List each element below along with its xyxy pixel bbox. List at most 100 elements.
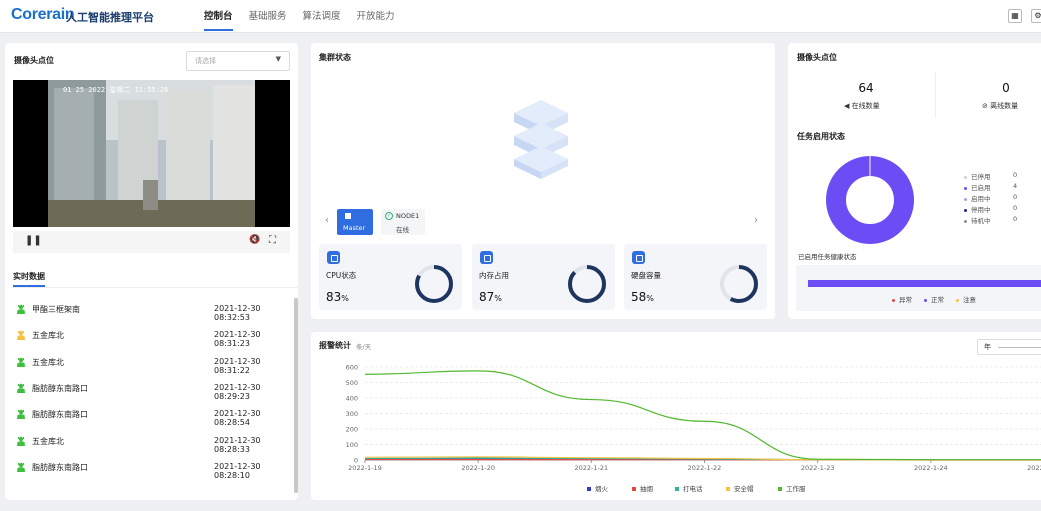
list-item[interactable]: 五金库北 2021-12-30 08:31:23	[13, 324, 293, 350]
legend-label: 工作服	[786, 485, 806, 493]
mute-icon[interactable]: 🔇	[249, 235, 260, 245]
y-tick-label: 600	[346, 364, 358, 372]
x-tick-label: 2022-1-23	[801, 464, 835, 472]
pause-icon[interactable]: ❚❚	[25, 235, 42, 246]
alarm-person-icon	[17, 436, 25, 446]
list-item[interactable]: 脂肪醇东南路口 2021-12-30 08:28:54	[13, 403, 293, 429]
list-item[interactable]: 甲酯三框架南 2021-12-30 08:32:53	[13, 298, 293, 324]
legend-label: 已启用	[971, 184, 991, 192]
location-name: 脂肪醇东南路口	[32, 410, 88, 420]
alarm-person-icon	[17, 331, 25, 341]
legend-label: 异常	[899, 296, 912, 304]
link-icon: ⊘	[982, 102, 991, 110]
metric-label: 内存占用	[479, 271, 509, 280]
scrollbar-thumb[interactable]	[294, 298, 298, 493]
realtime-scrollbar[interactable]	[294, 298, 298, 493]
settings-icon[interactable]: ⚙	[1031, 9, 1041, 23]
location-name: 脂肪醇东南路口	[32, 383, 88, 393]
online-count: 64	[858, 81, 874, 95]
alarm-line-chart: 01002003004005006002022-1-19 2022-1-20 202…	[346, 364, 1041, 472]
alarm-time: 2021-12-30 08:29:23	[214, 382, 261, 401]
legend-label: 已停用	[971, 173, 991, 181]
legend-item: 启用中 0	[964, 193, 1017, 203]
alarm-time: 2021-12-30 08:32:53	[214, 304, 261, 322]
cluster-status-panel: 集群状态 ‹ › Master ✓ NODE1 在线 CPU状态 83% 内存占…	[311, 43, 775, 319]
x-tick-label: 2022-1-25	[1027, 464, 1041, 472]
list-item[interactable]: 脂肪醇东南路口 2021-12-30 08:28:10	[13, 456, 293, 482]
video-player[interactable]: 01 25 2022 星期二 11:55:26	[13, 80, 290, 227]
offline-count: 0	[1002, 81, 1010, 95]
health-legend-item: 异常	[892, 294, 912, 304]
alarm-stats-panel: 报警统计 条/天 年 0 100 200 300 400 500 600 2022-1-19 2…	[311, 332, 1041, 500]
camera-select[interactable]: 请选择 ▼	[186, 51, 290, 71]
metric-gauge	[568, 265, 606, 303]
legend-dot	[892, 298, 895, 302]
nav-algorithm-scheduling[interactable]: 算法调度	[295, 0, 349, 33]
server-stack-icon	[514, 100, 568, 179]
chevron-left-icon[interactable]: ‹	[325, 215, 329, 226]
server-icon	[345, 213, 351, 219]
legend-swatch	[726, 487, 730, 491]
legend-dot	[964, 186, 967, 190]
health-legend-item: 注意	[956, 294, 976, 304]
legend-swatch	[632, 487, 636, 491]
nav-basic-services[interactable]: 基础服务	[241, 0, 295, 33]
chart-legend-item[interactable]: 抽烟	[632, 483, 653, 493]
y-tick-label: 300	[346, 410, 358, 418]
node-tab-node1[interactable]: ✓ NODE1 在线	[381, 209, 425, 235]
legend-swatch	[675, 487, 679, 491]
chevron-right-icon[interactable]: ›	[754, 215, 758, 226]
y-tick-label: 200	[346, 426, 358, 434]
legend-item: 停用中 0	[964, 204, 1017, 214]
apps-grid-icon[interactable]: ▦	[1008, 9, 1022, 23]
y-tick-label: 500	[346, 379, 358, 387]
nav-open-capability[interactable]: 开放能力	[349, 0, 403, 33]
alarm-time: 2021-12-30 08:31:22	[214, 356, 261, 375]
legend-label: 停用中	[971, 206, 991, 214]
fullscreen-icon[interactable]: ⛶	[269, 235, 276, 246]
list-item[interactable]: 五金库北 2021-12-30 08:31:22	[13, 351, 293, 377]
legend-item: 已启用 4	[964, 182, 1017, 192]
master-label: Master	[343, 224, 366, 232]
health-status-box	[796, 265, 1041, 311]
gauge-fill	[568, 265, 606, 303]
legend-label: 启用中	[971, 195, 991, 203]
camera-realtime-panel: 摄像头点位 请选择 ▼ 01 25 2022 星期二 11:55:26 ❚❚ 🔇…	[5, 43, 298, 500]
legend-dot	[956, 298, 959, 302]
y-tick-label: 100	[346, 441, 358, 449]
legend-swatch	[778, 487, 782, 491]
logo: Corerain	[11, 6, 75, 23]
chart-legend-item[interactable]: 工作服	[778, 483, 806, 493]
offline-label: ⊘ 离线数量	[982, 102, 1019, 110]
alarm-person-icon	[17, 357, 25, 367]
list-item[interactable]: 五金库北 2021-12-30 08:28:33	[13, 430, 293, 456]
legend-label: 正常	[931, 296, 944, 304]
metric-disk: 硬盘容量 58%	[624, 244, 767, 310]
x-tick-label: 2022-1-21	[575, 464, 609, 472]
metric-label: 硬盘容量	[631, 271, 661, 280]
nav-dashboard[interactable]: 控制台	[196, 0, 241, 33]
task-status-donut	[826, 156, 914, 244]
legend-item: 已停用 0	[964, 171, 1017, 181]
chart-legend-item[interactable]: 烟火	[587, 483, 608, 493]
chart-legend-item[interactable]: 打电话	[675, 483, 703, 493]
x-tick-label: 2022-1-20	[461, 464, 495, 472]
legend-swatch	[587, 487, 591, 491]
health-legend-item: 正常	[924, 294, 944, 304]
legend-label: 注意	[963, 296, 976, 304]
legend-count: 0	[1013, 204, 1018, 212]
legend-dot	[964, 197, 967, 201]
alarm-time: 2021-12-30 08:28:54	[214, 409, 261, 428]
list-item[interactable]: 脂肪醇东南路口 2021-12-30 08:29:23	[13, 377, 293, 403]
memory-icon	[480, 251, 493, 264]
legend-label: 打电话	[683, 485, 703, 493]
legend-dot	[964, 175, 967, 179]
node-tab-master[interactable]: Master	[337, 209, 373, 235]
video-controls: ❚❚ 🔇 ⛶	[13, 231, 290, 253]
online-label: ◀ 在线数量	[844, 102, 880, 110]
stats-divider	[935, 73, 936, 118]
camera-point-title: 摄像头点位	[14, 56, 54, 65]
alarm-person-icon	[17, 383, 25, 393]
location-name: 五金库北	[32, 331, 64, 341]
chart-legend-item[interactable]: 安全帽	[726, 483, 754, 493]
